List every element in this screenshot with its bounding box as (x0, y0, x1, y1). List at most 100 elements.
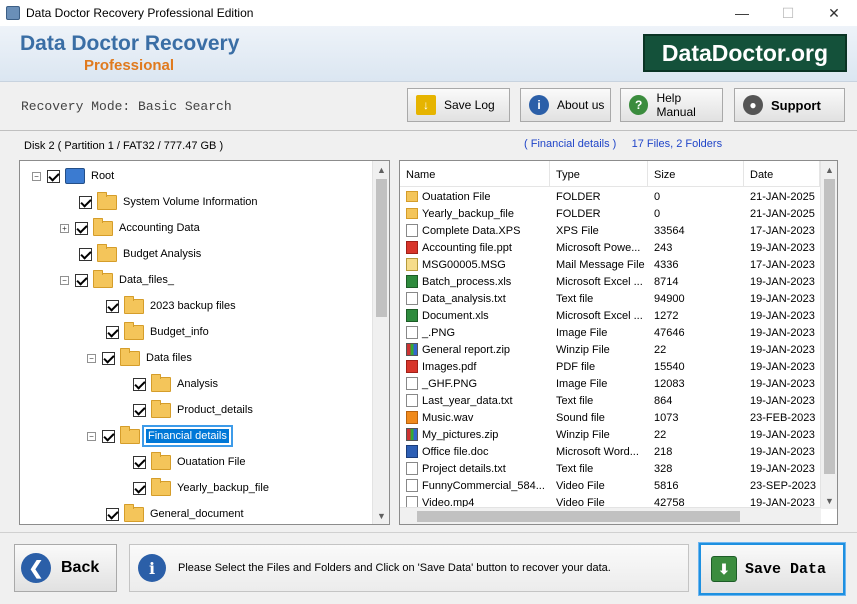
file-row[interactable]: Batch_process.xls Microsoft Excel ... 8714… (400, 273, 820, 290)
maximize-button[interactable]: ☐ (765, 0, 811, 26)
tree-node[interactable]: Budget_info (106, 321, 209, 343)
scroll-thumb[interactable] (417, 511, 740, 522)
collapse-icon[interactable]: − (87, 353, 96, 363)
scroll-up-icon[interactable]: ▲ (373, 161, 389, 178)
tree-node[interactable]: Ouatation File (133, 451, 245, 473)
tree-label: Data files (146, 352, 192, 364)
scroll-down-icon[interactable]: ▼ (373, 507, 389, 524)
file-row[interactable]: Accounting file.ppt Microsoft Powe... 243 1… (400, 239, 820, 256)
file-date: 19-JAN-2023 (750, 275, 815, 288)
collapse-icon[interactable]: − (60, 275, 69, 285)
tree-label: Financial details (142, 425, 233, 447)
file-icon (406, 275, 418, 288)
tree-scrollbar[interactable]: ▲ ▼ (372, 161, 389, 524)
tree-node[interactable]: − Data files (87, 347, 192, 369)
file-row[interactable]: _GHF.PNG Image File 12083 19-JAN-2023 (400, 375, 820, 392)
tree-node[interactable]: + Accounting Data (60, 217, 200, 239)
collapse-icon[interactable]: − (32, 171, 41, 181)
tree-node-root[interactable]: − Root (32, 165, 114, 187)
file-row[interactable]: FunnyCommercial_584... Video File 5816 23-S… (400, 477, 820, 494)
tree-node[interactable]: System Volume Information (79, 191, 258, 213)
tree-node[interactable]: Yearly_backup_file (133, 477, 269, 499)
file-size: 22 (654, 343, 667, 356)
file-row[interactable]: Data_analysis.txt Text file 94900 19-JAN-20… (400, 290, 820, 307)
checkbox[interactable] (133, 403, 146, 417)
file-name: Office file.doc (422, 445, 489, 458)
file-name: Yearly_backup_file (422, 207, 514, 220)
file-name: My_pictures.zip (422, 428, 499, 441)
tree-node[interactable]: General_document (106, 503, 244, 524)
horizontal-scrollbar[interactable] (400, 507, 821, 524)
tree-node[interactable]: Product_details (133, 399, 253, 421)
checkbox[interactable] (79, 195, 92, 209)
file-row[interactable]: Images.pdf PDF file 15540 19-JAN-2023 (400, 358, 820, 375)
checkbox[interactable] (106, 299, 119, 313)
about-us-button[interactable]: i About us (520, 88, 611, 122)
file-name: General report.zip (422, 343, 511, 356)
file-size: 1272 (654, 309, 679, 322)
file-type: Sound file (556, 411, 605, 424)
scroll-up-icon[interactable]: ▲ (821, 161, 837, 178)
checkbox[interactable] (133, 455, 146, 469)
scroll-down-icon[interactable]: ▼ (821, 492, 837, 509)
save-log-button[interactable]: ↓ Save Log (407, 88, 510, 122)
checkbox[interactable] (106, 507, 119, 521)
close-button[interactable]: ✕ (811, 0, 857, 26)
file-list-scrollbar[interactable]: ▲ ▼ (820, 161, 837, 509)
file-size: 12083 (654, 377, 685, 390)
scroll-thumb[interactable] (376, 179, 387, 317)
file-name-cell: Images.pdf (400, 360, 550, 373)
file-row[interactable]: General report.zip Winzip File 22 19-JAN-20… (400, 341, 820, 358)
collapse-icon[interactable]: − (87, 431, 96, 441)
checkbox[interactable] (106, 325, 119, 339)
column-type[interactable]: Type (550, 161, 648, 187)
tree-node-selected[interactable]: − Financial details (87, 425, 233, 447)
tree-label: Budget Analysis (123, 248, 202, 260)
file-row[interactable]: Project details.txt Text file 328 19-JAN-20… (400, 460, 820, 477)
checkbox[interactable] (79, 247, 92, 261)
checkbox[interactable] (75, 273, 88, 287)
file-row[interactable]: Music.wav Sound file 1073 23-FEB-2023 (400, 409, 820, 426)
tree-label: Data_files_ (119, 274, 175, 286)
file-row[interactable]: _.PNG Image File 47646 19-JAN-2023 (400, 324, 820, 341)
file-row[interactable]: MSG00005.MSG Mail Message File 4336 17-JAN-… (400, 256, 820, 273)
file-name: Batch_process.xls (422, 275, 512, 288)
checkbox[interactable] (133, 481, 146, 495)
tree-node[interactable]: Budget Analysis (79, 243, 201, 265)
column-date[interactable]: Date (744, 161, 820, 187)
file-list[interactable]: Name Type Size Date Ouatation File FOLDER… (399, 160, 838, 525)
file-row[interactable]: Ouatation File FOLDER 0 21-JAN-2025 (400, 188, 820, 205)
column-size[interactable]: Size (648, 161, 744, 187)
tree-node[interactable]: Analysis (133, 373, 218, 395)
tree-node[interactable]: 2023 backup files (106, 295, 236, 317)
tree-node[interactable]: − Data_files_ (60, 269, 174, 291)
save-log-label: Save Log (444, 98, 495, 112)
checkbox[interactable] (47, 169, 60, 183)
file-date: 17-JAN-2023 (750, 258, 815, 271)
file-name: FunnyCommercial_584... (422, 479, 545, 492)
help-manual-button[interactable]: ? Help Manual (620, 88, 723, 122)
file-size: 328 (654, 462, 673, 475)
file-row[interactable]: Last_year_data.txt Text file 864 19-JAN-202… (400, 392, 820, 409)
checkbox[interactable] (102, 429, 115, 443)
save-data-label: Save Data (745, 560, 827, 578)
file-row[interactable]: Complete Data.XPS XPS File 33564 17-JAN-202… (400, 222, 820, 239)
file-row[interactable]: Yearly_backup_file FOLDER 0 21-JAN-2025 (400, 205, 820, 222)
support-button[interactable]: ● Support (734, 88, 845, 122)
minimize-button[interactable]: — (719, 0, 765, 26)
expand-icon[interactable]: + (60, 223, 69, 233)
checkbox[interactable] (75, 221, 88, 235)
toolbar: Recovery Mode: Basic Search ↓ Save Log i… (0, 82, 857, 130)
scroll-thumb[interactable] (824, 179, 835, 474)
back-button[interactable]: ❮ Back (14, 544, 117, 592)
file-row[interactable]: Document.xls Microsoft Excel ... 1272 19-JA… (400, 307, 820, 324)
save-data-button[interactable]: ⬇ Save Data (698, 542, 846, 596)
file-row[interactable]: Office file.doc Microsoft Word... 218 19-JA… (400, 443, 820, 460)
checkbox[interactable] (133, 377, 146, 391)
checkbox[interactable] (102, 351, 115, 365)
file-date: 19-JAN-2023 (750, 394, 815, 407)
tree-label: Accounting Data (119, 222, 200, 234)
file-row[interactable]: My_pictures.zip Winzip File 22 19-JAN-2023 (400, 426, 820, 443)
column-name[interactable]: Name (400, 161, 550, 187)
folder-tree[interactable]: − Root System Volume Information + Accou… (19, 160, 390, 525)
